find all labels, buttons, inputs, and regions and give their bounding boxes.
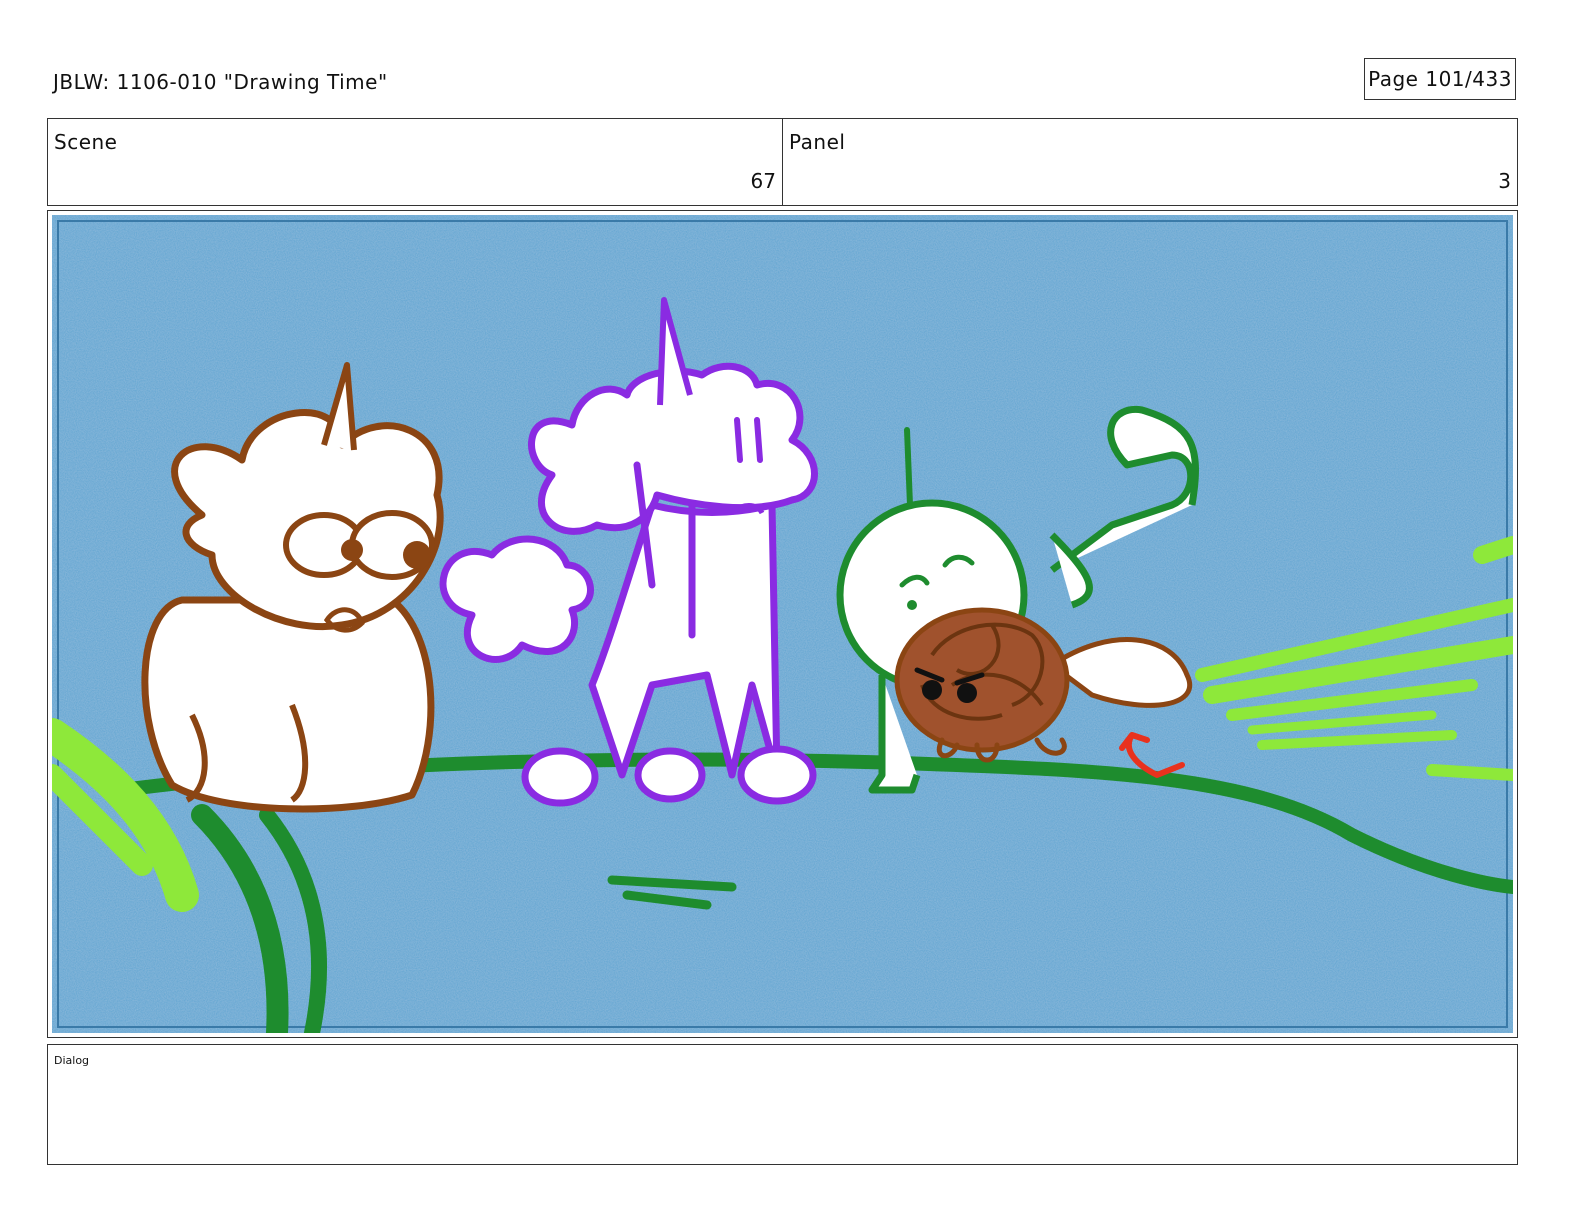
page-number-box: Page 101/433 xyxy=(1364,58,1516,100)
storyboard-panel-frame xyxy=(47,210,1518,1038)
scene-value: 67 xyxy=(750,169,776,193)
page-number: Page 101/433 xyxy=(1368,67,1512,91)
dialog-box: Dialog xyxy=(47,1044,1518,1165)
panel-value: 3 xyxy=(1498,169,1511,193)
dialog-label: Dialog xyxy=(54,1054,90,1067)
scene-cell: Scene 67 xyxy=(48,119,782,205)
scene-panel-row: Scene 67 Panel 3 xyxy=(47,118,1518,206)
document-title: JBLW: 1106-010 "Drawing Time" xyxy=(53,70,388,94)
storyboard-drawing xyxy=(52,215,1513,1033)
panel-cell: Panel 3 xyxy=(782,119,1517,205)
panel-label: Panel xyxy=(789,130,846,154)
storyboard-artwork xyxy=(52,215,1513,1033)
scene-label: Scene xyxy=(54,130,118,154)
